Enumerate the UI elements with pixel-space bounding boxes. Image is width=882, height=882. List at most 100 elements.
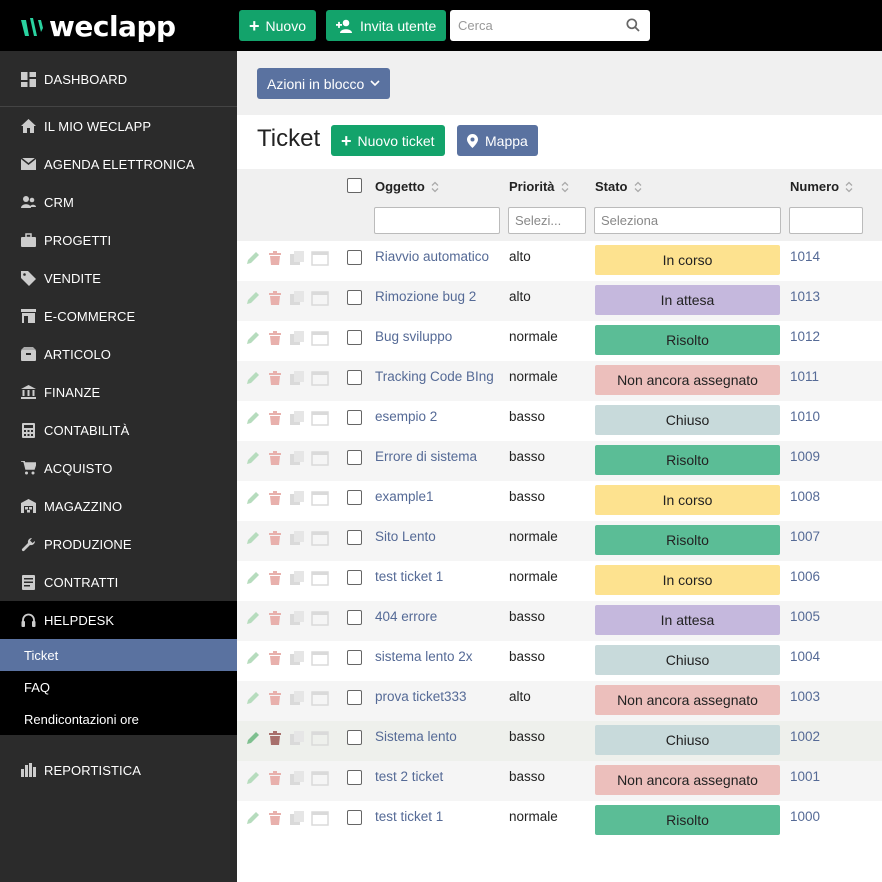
window-icon[interactable] (311, 290, 329, 306)
copy-icon[interactable] (289, 490, 305, 506)
table-row[interactable]: Tracking Code BIng normale Non ancora asse… (237, 361, 882, 401)
copy-icon[interactable] (289, 570, 305, 586)
copy-icon[interactable] (289, 730, 305, 746)
ticket-number-link[interactable]: 1013 (790, 289, 820, 304)
delete-icon[interactable] (267, 370, 283, 386)
column-header-status[interactable]: Stato (595, 179, 642, 194)
invite-user-button[interactable]: Invita utente (326, 10, 447, 41)
row-checkbox[interactable] (347, 290, 362, 305)
row-checkbox[interactable] (347, 330, 362, 345)
status-filter-select[interactable] (594, 207, 781, 234)
sidebar-subitem-faq[interactable]: FAQ (0, 671, 237, 703)
row-checkbox[interactable] (347, 690, 362, 705)
sidebar-item-contabilita[interactable]: CONTABILITÀ (0, 411, 237, 449)
table-row[interactable]: Errore di sistema basso Risolto 1009 (237, 441, 882, 481)
table-row[interactable]: 404 errore basso In attesa 1005 (237, 601, 882, 641)
sidebar-item-contratti[interactable]: CONTRATTI (0, 563, 237, 601)
window-icon[interactable] (311, 490, 329, 506)
ticket-subject-link[interactable]: example1 (375, 489, 434, 504)
edit-icon[interactable] (245, 530, 261, 546)
table-row[interactable]: prova ticket333 alto Non ancora assegnato 1… (237, 681, 882, 721)
row-checkbox[interactable] (347, 250, 362, 265)
sidebar-item-crm[interactable]: CRM (0, 183, 237, 221)
ticket-number-link[interactable]: 1003 (790, 689, 820, 704)
ticket-number-link[interactable]: 1014 (790, 249, 820, 264)
copy-icon[interactable] (289, 610, 305, 626)
table-row[interactable]: sistema lento 2x basso Chiuso 1004 (237, 641, 882, 681)
sidebar-item-dashboard[interactable]: DASHBOARD (0, 60, 237, 98)
subject-filter-input[interactable] (374, 207, 500, 234)
delete-icon[interactable] (267, 770, 283, 786)
row-checkbox[interactable] (347, 490, 362, 505)
sidebar-item-progetti[interactable]: PROGETTI (0, 221, 237, 259)
delete-icon[interactable] (267, 330, 283, 346)
edit-icon[interactable] (245, 370, 261, 386)
sidebar-item-reportistica[interactable]: REPORTISTICA (0, 751, 237, 789)
edit-icon[interactable] (245, 570, 261, 586)
row-checkbox[interactable] (347, 450, 362, 465)
search-input[interactable] (450, 11, 620, 40)
ticket-number-link[interactable]: 1006 (790, 569, 820, 584)
window-icon[interactable] (311, 570, 329, 586)
new-button[interactable]: + Nuovo (239, 10, 316, 41)
window-icon[interactable] (311, 730, 329, 746)
edit-icon[interactable] (245, 490, 261, 506)
delete-icon[interactable] (267, 810, 283, 826)
ticket-subject-link[interactable]: 404 errore (375, 609, 437, 624)
delete-icon[interactable] (267, 250, 283, 266)
sidebar-item-vendite[interactable]: VENDITE (0, 259, 237, 297)
ticket-subject-link[interactable]: test ticket 1 (375, 569, 443, 584)
ticket-subject-link[interactable]: esempio 2 (375, 409, 437, 424)
copy-icon[interactable] (289, 450, 305, 466)
delete-icon[interactable] (267, 730, 283, 746)
copy-icon[interactable] (289, 530, 305, 546)
ticket-subject-link[interactable]: Bug sviluppo (375, 329, 452, 344)
delete-icon[interactable] (267, 610, 283, 626)
new-ticket-button[interactable]: + Nuovo ticket (331, 125, 445, 156)
ticket-number-link[interactable]: 1000 (790, 809, 820, 824)
copy-icon[interactable] (289, 290, 305, 306)
sidebar-item-finanze[interactable]: FINANZE (0, 373, 237, 411)
ticket-number-link[interactable]: 1010 (790, 409, 820, 424)
row-checkbox[interactable] (347, 530, 362, 545)
table-row[interactable]: example1 basso In corso 1008 (237, 481, 882, 521)
delete-icon[interactable] (267, 530, 283, 546)
ticket-subject-link[interactable]: Errore di sistema (375, 449, 477, 464)
sidebar-item-produzione[interactable]: PRODUZIONE (0, 525, 237, 563)
sidebar-item-e-commerce[interactable]: E-COMMERCE (0, 297, 237, 335)
priority-filter-select[interactable] (508, 207, 586, 234)
edit-icon[interactable] (245, 810, 261, 826)
table-row[interactable]: Bug sviluppo normale Risolto 1012 (237, 321, 882, 361)
row-checkbox[interactable] (347, 410, 362, 425)
ticket-subject-link[interactable]: sistema lento 2x (375, 649, 473, 664)
window-icon[interactable] (311, 810, 329, 826)
window-icon[interactable] (311, 650, 329, 666)
edit-icon[interactable] (245, 450, 261, 466)
ticket-subject-link[interactable]: Tracking Code BIng (375, 369, 494, 384)
row-checkbox[interactable] (347, 650, 362, 665)
window-icon[interactable] (311, 450, 329, 466)
sidebar-item-helpdesk[interactable]: HELPDESK (0, 601, 237, 639)
delete-icon[interactable] (267, 690, 283, 706)
column-header-number[interactable]: Numero (790, 179, 853, 194)
map-button[interactable]: Mappa (457, 125, 538, 156)
column-header-subject[interactable]: Oggetto (375, 179, 439, 194)
window-icon[interactable] (311, 410, 329, 426)
ticket-number-link[interactable]: 1004 (790, 649, 820, 664)
row-checkbox[interactable] (347, 730, 362, 745)
ticket-number-link[interactable]: 1005 (790, 609, 820, 624)
bulk-actions-button[interactable]: Azioni in blocco (257, 68, 391, 99)
window-icon[interactable] (311, 690, 329, 706)
copy-icon[interactable] (289, 770, 305, 786)
copy-icon[interactable] (289, 370, 305, 386)
ticket-subject-link[interactable]: prova ticket333 (375, 689, 467, 704)
window-icon[interactable] (311, 370, 329, 386)
edit-icon[interactable] (245, 410, 261, 426)
ticket-subject-link[interactable]: Sistema lento (375, 729, 457, 744)
ticket-subject-link[interactable]: Riavvio automatico (375, 249, 489, 264)
weclapp-logo[interactable]: weclapp (18, 10, 176, 43)
delete-icon[interactable] (267, 650, 283, 666)
window-icon[interactable] (311, 770, 329, 786)
edit-icon[interactable] (245, 730, 261, 746)
sidebar-item-il-mio-weclapp[interactable]: IL MIO WECLAPP (0, 107, 237, 145)
